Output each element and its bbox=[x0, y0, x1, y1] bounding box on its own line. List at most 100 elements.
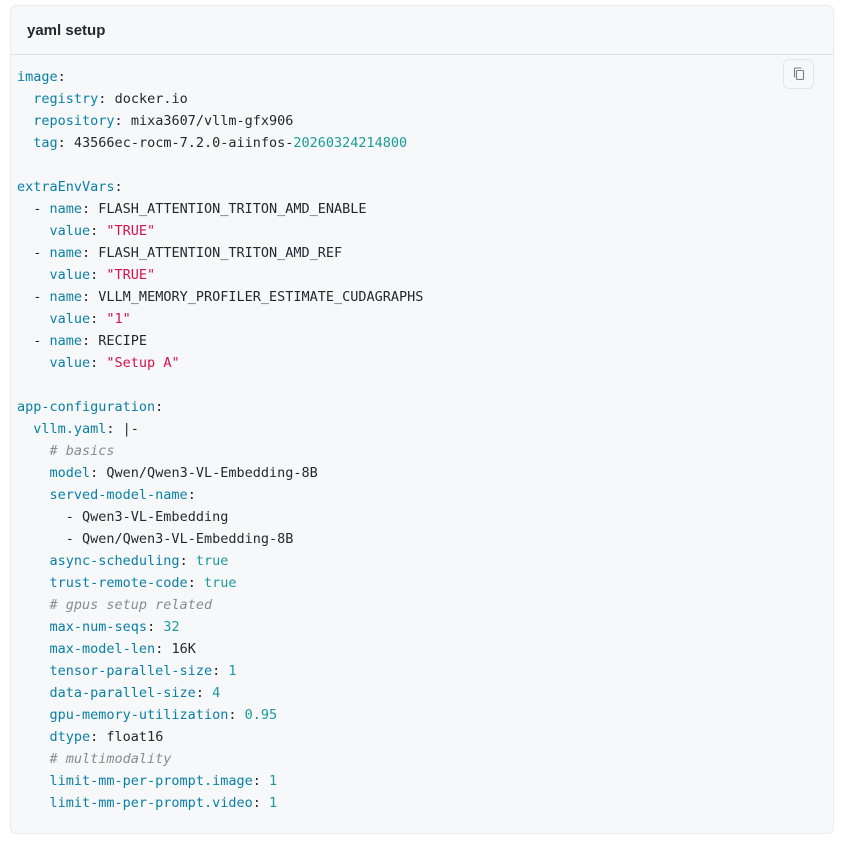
yaml-key: repository bbox=[33, 113, 115, 129]
yaml-key: dtype bbox=[49, 729, 91, 745]
copy-button[interactable] bbox=[783, 59, 814, 89]
yaml-punct bbox=[17, 751, 50, 767]
yaml-punct: : bbox=[90, 311, 107, 327]
yaml-punct bbox=[17, 597, 50, 613]
yaml-key: value bbox=[49, 355, 91, 371]
yaml-value: VLLM_MEMORY_PROFILER_ESTIMATE_CUDAGRAPHS bbox=[98, 289, 424, 305]
code-line: tag: 43566ec-rocm-7.2.0-aiinfos-20260324… bbox=[17, 132, 423, 154]
code-line: - Qwen3-VL-Embedding bbox=[17, 506, 423, 528]
yaml-punct bbox=[17, 267, 50, 283]
code-line: trust-remote-code: true bbox=[17, 572, 423, 594]
yaml-punct: : bbox=[212, 663, 229, 679]
yaml-key: limit-mm-per-prompt.image bbox=[49, 773, 253, 789]
yaml-punct: : bbox=[90, 465, 107, 481]
code-line: - name: FLASH_ATTENTION_TRITON_AMD_REF bbox=[17, 242, 423, 264]
yaml-key: extraEnvVars bbox=[17, 179, 115, 195]
yaml-punct: : bbox=[90, 729, 107, 745]
yaml-punct: : bbox=[90, 267, 107, 283]
code-line: - name: VLLM_MEMORY_PROFILER_ESTIMATE_CU… bbox=[17, 286, 423, 308]
yaml-punct bbox=[17, 795, 50, 811]
code-line: tensor-parallel-size: 1 bbox=[17, 660, 423, 682]
yaml-value: RECIPE bbox=[98, 333, 148, 349]
yaml-key: max-model-len bbox=[49, 641, 156, 657]
yaml-key: tensor-parallel-size bbox=[49, 663, 213, 679]
yaml-value: 43566ec-rocm-7.2.0-aiinfos- bbox=[73, 135, 294, 151]
code-line: gpu-memory-utilization: 0.95 bbox=[17, 704, 423, 726]
yaml-punct bbox=[17, 641, 50, 657]
yaml-punct: : bbox=[155, 641, 172, 657]
yaml-punct: - bbox=[17, 245, 50, 261]
yaml-punct bbox=[17, 729, 50, 745]
yaml-comment: # gpus setup related bbox=[49, 597, 213, 613]
yaml-number: 1 bbox=[268, 773, 278, 789]
yaml-punct bbox=[17, 773, 50, 789]
yaml-punct bbox=[17, 465, 50, 481]
yaml-punct bbox=[17, 487, 50, 503]
yaml-key: max-num-seqs bbox=[49, 619, 148, 635]
yaml-punct: : bbox=[90, 223, 107, 239]
yaml-key: gpu-memory-utilization bbox=[49, 707, 229, 723]
yaml-punct: : bbox=[114, 179, 123, 195]
yaml-key: value bbox=[49, 267, 91, 283]
yaml-punct bbox=[17, 443, 50, 459]
yaml-string: "TRUE" bbox=[106, 223, 156, 239]
yaml-punct: : bbox=[82, 333, 99, 349]
yaml-key: registry bbox=[33, 91, 99, 107]
code-line: registry: docker.io bbox=[17, 88, 423, 110]
yaml-key: app-configuration bbox=[17, 399, 156, 415]
yaml-punct bbox=[17, 135, 33, 151]
yaml-punct: : bbox=[252, 795, 269, 811]
yaml-punct: - bbox=[17, 531, 83, 547]
yaml-punct bbox=[17, 113, 33, 129]
yaml-number: 20260324214800 bbox=[293, 135, 408, 151]
code-line: repository: mixa3607/vllm-gfx906 bbox=[17, 110, 423, 132]
yaml-punct: : bbox=[147, 619, 164, 635]
yaml-punct bbox=[17, 575, 50, 591]
yaml-punct: : bbox=[187, 575, 204, 591]
yaml-key: name bbox=[49, 245, 83, 261]
yaml-punct bbox=[17, 663, 50, 679]
code-line: - Qwen/Qwen3-VL-Embedding-8B bbox=[17, 528, 423, 550]
yaml-comment: # basics bbox=[49, 443, 115, 459]
yaml-number: 0.95 bbox=[244, 707, 278, 723]
code-line: served-model-name: bbox=[17, 484, 423, 506]
yaml-punct: : bbox=[57, 69, 66, 85]
yaml-punct bbox=[17, 619, 50, 635]
code-line: vllm.yaml: |- bbox=[17, 418, 423, 440]
yaml-value: 16K bbox=[171, 641, 196, 657]
code-line: limit-mm-per-prompt.video: 1 bbox=[17, 792, 423, 814]
yaml-punct: - bbox=[17, 509, 83, 525]
code-line: value: "TRUE" bbox=[17, 264, 423, 286]
yaml-punct bbox=[17, 311, 50, 327]
code-line: dtype: float16 bbox=[17, 726, 423, 748]
yaml-value: Qwen/Qwen3-VL-Embedding-8B bbox=[82, 531, 294, 547]
code-block-title: yaml setup bbox=[11, 6, 833, 55]
code-line: # multimodality bbox=[17, 748, 423, 770]
yaml-punct: : bbox=[228, 707, 245, 723]
yaml-punct: : bbox=[195, 685, 213, 701]
yaml-key: vllm.yaml bbox=[33, 421, 107, 437]
code-line: - name: FLASH_ATTENTION_TRITON_AMD_ENABL… bbox=[17, 198, 423, 220]
code-line: async-scheduling: true bbox=[17, 550, 423, 572]
code-line: data-parallel-size: 4 bbox=[17, 682, 423, 704]
code-line: - name: RECIPE bbox=[17, 330, 423, 352]
yaml-punct bbox=[17, 685, 50, 701]
yaml-key: model bbox=[49, 465, 91, 481]
yaml-string: "TRUE" bbox=[106, 267, 156, 283]
yaml-key: served-model-name bbox=[49, 487, 188, 503]
yaml-key: name bbox=[49, 289, 83, 305]
code-block-title-text: yaml setup bbox=[27, 21, 106, 39]
yaml-string: "Setup A" bbox=[106, 355, 180, 371]
yaml-key: name bbox=[49, 201, 83, 217]
yaml-key: limit-mm-per-prompt.video bbox=[49, 795, 253, 811]
yaml-punct: : |- bbox=[106, 421, 139, 437]
yaml-key: trust-remote-code bbox=[49, 575, 188, 591]
yaml-punct: : bbox=[98, 91, 115, 107]
yaml-key: tag bbox=[33, 135, 58, 151]
yaml-string: "1" bbox=[106, 311, 131, 327]
yaml-punct: : bbox=[82, 245, 99, 261]
yaml-number: 32 bbox=[163, 619, 180, 635]
yaml-punct bbox=[17, 91, 33, 107]
yaml-punct: : bbox=[252, 773, 269, 789]
